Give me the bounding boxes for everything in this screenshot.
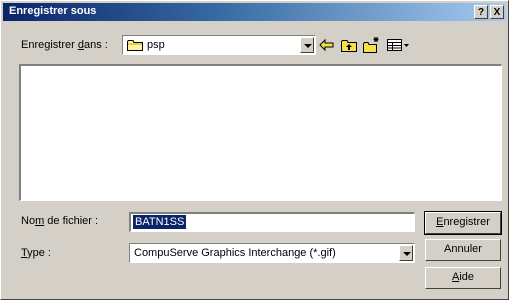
filetype-value: CompuServe Graphics Interchange (*.gif): [134, 247, 336, 259]
filetype-label: Type :: [21, 247, 51, 259]
new-folder-icon: [363, 37, 379, 53]
close-title-button[interactable]: X: [490, 5, 504, 19]
up-one-level-button[interactable]: [339, 35, 359, 55]
save-in-value: psp: [147, 39, 165, 51]
filename-input[interactable]: BATN1SS: [129, 212, 415, 232]
view-menu-icon: [387, 39, 409, 51]
back-button[interactable]: [317, 35, 337, 55]
file-list[interactable]: [19, 64, 502, 201]
save-in-dropdown-arrow[interactable]: [300, 37, 314, 53]
help-title-button[interactable]: ?: [474, 5, 488, 19]
filename-value: BATN1SS: [133, 215, 187, 229]
folder-icon: [127, 40, 143, 51]
save-as-dialog: Enregistrer sous ? X Enregistrer dans : …: [0, 0, 509, 300]
help-button[interactable]: Aide: [425, 267, 501, 289]
filetype-dropdown[interactable]: CompuServe Graphics Interchange (*.gif): [129, 243, 415, 263]
title-bar[interactable]: Enregistrer sous ? X: [3, 3, 506, 21]
save-button[interactable]: Enregistrer: [424, 211, 502, 235]
save-in-label: Enregistrer dans :: [21, 39, 108, 51]
new-folder-button[interactable]: [361, 35, 381, 55]
dialog-title: Enregistrer sous: [9, 5, 97, 17]
view-menu-button[interactable]: [385, 35, 411, 55]
up-folder-icon: [341, 40, 357, 52]
back-arrow-icon: [319, 38, 334, 52]
save-in-dropdown[interactable]: psp: [122, 35, 316, 55]
filename-label: Nom de fichier :: [21, 215, 99, 227]
filetype-dropdown-arrow[interactable]: [399, 245, 413, 261]
cancel-button[interactable]: Annuler: [425, 239, 501, 261]
